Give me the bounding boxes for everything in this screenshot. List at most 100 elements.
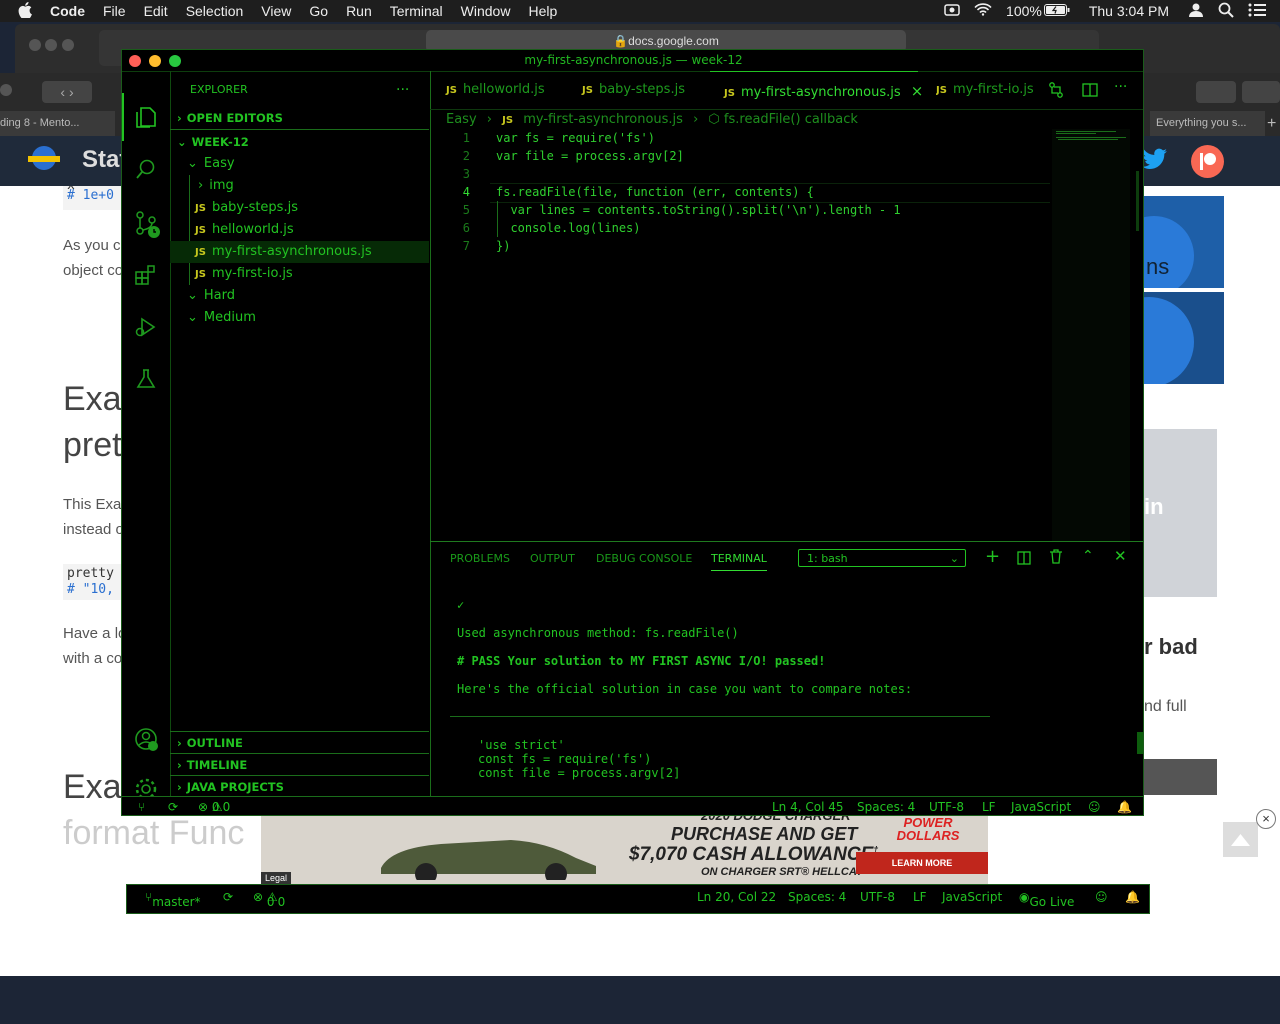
scroll-to-top-button[interactable] — [1223, 822, 1258, 857]
ad-close-button[interactable]: × — [1256, 809, 1276, 829]
back-button[interactable]: ‹ › — [42, 81, 92, 103]
tab-debug-console[interactable]: DEBUG CONSOLE — [596, 552, 692, 565]
share-button[interactable] — [1196, 81, 1236, 103]
ad-learn-more-button[interactable]: LEARN MORE — [856, 852, 988, 874]
back-eol[interactable]: LF — [913, 890, 927, 904]
browser-tab-right[interactable]: Everything you s... — [1150, 111, 1265, 136]
indentation[interactable]: Spaces: 4 — [857, 797, 915, 815]
split-editor-icon[interactable] — [1082, 82, 1098, 102]
explorer-more-actions-icon[interactable]: ··· — [396, 79, 409, 101]
maximize-panel-icon[interactable]: ⌃ — [1082, 548, 1094, 564]
feedback-icon[interactable]: ☺ — [1088, 797, 1101, 815]
menu-help[interactable]: Help — [528, 3, 557, 19]
menu-go[interactable]: Go — [309, 3, 328, 19]
zoom-window-button[interactable] — [169, 55, 181, 67]
menu-edit[interactable]: Edit — [144, 3, 168, 19]
tab-helloworld[interactable]: JS helloworld.js — [446, 71, 545, 109]
folder-img[interactable]: › img — [170, 175, 429, 197]
folder-easy[interactable]: ⌄ Easy — [170, 153, 429, 175]
code-editor[interactable]: 1 2 3 4 5 6 7 var fs = require('fs') var… — [430, 129, 1050, 541]
back-sync-icon[interactable]: ⟳ — [223, 890, 233, 904]
split-terminal-icon[interactable] — [1017, 550, 1031, 569]
back-branch[interactable]: ⑂ master* — [145, 890, 201, 909]
screen-record-icon[interactable] — [944, 3, 960, 19]
sidebar-image-3[interactable]: in — [1144, 429, 1217, 597]
file-baby-steps[interactable]: JS baby-steps.js — [170, 197, 429, 219]
explorer-files-icon[interactable] — [134, 105, 158, 129]
back-go-live[interactable]: ◉ Go Live — [1019, 890, 1074, 909]
breadcrumb-symbol[interactable]: fs.readFile() callback — [724, 112, 858, 127]
search-icon[interactable] — [134, 157, 158, 181]
back-problems[interactable]: ⊗ 0 ⚠ 0 — [253, 890, 285, 909]
file-helloworld[interactable]: JS helloworld.js — [170, 219, 429, 241]
menu-run[interactable]: Run — [346, 3, 372, 19]
new-terminal-icon[interactable]: + — [985, 546, 1000, 567]
workspace-section[interactable]: ⌄ WEEK-12 — [170, 131, 429, 153]
sidebar-image-1[interactable]: ns — [1144, 196, 1224, 288]
run-debug-icon[interactable] — [134, 315, 158, 339]
tab-problems[interactable]: PROBLEMS — [450, 552, 510, 565]
back-bell-icon[interactable]: 🔔 — [1125, 890, 1140, 904]
ad-legal-label[interactable]: Legal — [261, 872, 292, 884]
breadcrumb-file[interactable]: my-first-asynchronous.js — [523, 112, 683, 127]
outline-section[interactable]: › OUTLINE — [170, 731, 429, 754]
wifi-icon[interactable] — [974, 3, 992, 19]
tab-output[interactable]: OUTPUT — [530, 552, 575, 565]
end-of-line[interactable]: LF — [982, 797, 996, 815]
notifications-bell-icon[interactable]: 🔔 — [1117, 797, 1132, 815]
terminal-select[interactable]: 1: bash ⌄ — [798, 549, 966, 567]
tab-terminal[interactable]: TERMINAL — [711, 552, 767, 571]
menu-window[interactable]: Window — [461, 3, 511, 19]
terminal-output[interactable]: ✓ Used asynchronous method: fs.readFile(… — [430, 582, 1143, 797]
new-tab-button[interactable]: + — [1267, 111, 1280, 136]
close-window-button[interactable] — [129, 55, 141, 67]
menu-view[interactable]: View — [261, 3, 291, 19]
menu-file[interactable]: File — [103, 3, 126, 19]
editor-scrollbar[interactable] — [1136, 171, 1139, 231]
browser-tab-left[interactable]: ding 8 - Mento... — [0, 111, 115, 136]
timeline-section[interactable]: › TIMELINE — [170, 753, 429, 776]
java-projects-section[interactable]: › JAVA PROJECTS — [170, 775, 429, 798]
tab-my-first-io[interactable]: JS my-first-io.js — [936, 71, 1040, 109]
folder-hard[interactable]: ⌄ Hard — [170, 285, 429, 307]
twitter-icon[interactable] — [1142, 148, 1168, 175]
language-mode[interactable]: JavaScript — [1011, 797, 1071, 815]
file-my-first-io[interactable]: JS my-first-io.js — [170, 263, 429, 285]
minimize-window-button[interactable] — [149, 55, 161, 67]
menubar-clock[interactable]: Thu 3:04 PM — [1089, 3, 1169, 19]
open-editors-section[interactable]: › OPEN EDITORS — [170, 107, 429, 130]
tabs-overview-button[interactable] — [1242, 81, 1280, 103]
source-control-icon[interactable] — [134, 211, 160, 238]
menu-selection[interactable]: Selection — [186, 3, 244, 19]
problems-indicator[interactable]: ⊗ 0 ⚠ 0 — [198, 797, 230, 815]
folder-medium[interactable]: ⌄ Medium — [170, 307, 429, 329]
open-changes-icon[interactable] — [1048, 82, 1064, 102]
user-icon[interactable] — [1188, 2, 1204, 21]
apple-menu-icon[interactable] — [18, 1, 32, 21]
spotlight-search-icon[interactable] — [1218, 2, 1234, 21]
editor-more-actions-icon[interactable]: ··· — [1114, 79, 1127, 95]
accounts-icon[interactable] — [134, 727, 158, 751]
source-control-branch-icon[interactable]: ⑂ — [138, 797, 145, 815]
back-encoding[interactable]: UTF-8 — [860, 890, 895, 904]
tab-close-icon[interactable]: × — [911, 82, 924, 100]
extensions-icon[interactable] — [134, 263, 158, 287]
kill-terminal-trash-icon[interactable] — [1049, 549, 1063, 568]
testing-flask-icon[interactable] — [134, 367, 158, 391]
menu-terminal[interactable]: Terminal — [390, 3, 443, 19]
battery-icon[interactable] — [1043, 3, 1070, 19]
site-logo[interactable] — [26, 144, 62, 176]
tab-my-first-asynchronous[interactable]: JS my-first-asynchronous.js × — [710, 71, 923, 109]
terminal-scrollbar[interactable] — [1137, 732, 1143, 754]
patreon-icon[interactable] — [1191, 145, 1224, 178]
breadcrumb-folder[interactable]: Easy — [446, 112, 477, 127]
encoding[interactable]: UTF-8 — [929, 797, 964, 815]
close-panel-icon[interactable]: ✕ — [1114, 547, 1127, 565]
back-cursor-position[interactable]: Ln 20, Col 22 — [697, 890, 776, 904]
sidebar-image-2[interactable] — [1144, 292, 1224, 384]
minimap[interactable] — [1052, 129, 1130, 541]
back-feedback-icon[interactable]: ☺ — [1095, 890, 1108, 904]
back-indent[interactable]: Spaces: 4 — [788, 890, 846, 904]
app-menu-code[interactable]: Code — [50, 3, 85, 19]
back-language[interactable]: JavaScript — [942, 890, 1002, 904]
